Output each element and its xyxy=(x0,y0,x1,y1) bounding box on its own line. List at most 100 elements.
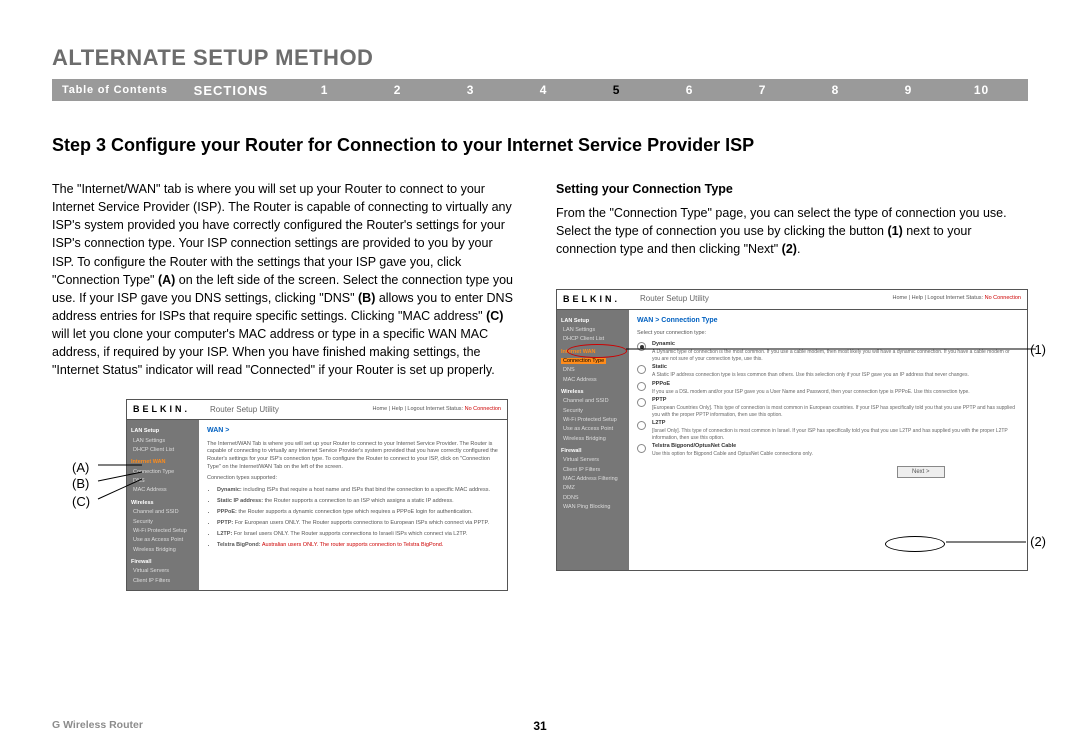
ss1-crumb: WAN > xyxy=(207,426,499,436)
footer-product: G Wireless Router xyxy=(52,719,143,731)
ss2-side-fw1: Virtual Servers xyxy=(561,456,625,465)
ss1-side-wan2: DNS xyxy=(131,477,195,486)
radio-icon xyxy=(637,398,646,407)
ss2-title: Router Setup Utility xyxy=(640,293,709,305)
opt-pptp: PPTP[European Countries Only]. This type… xyxy=(637,397,1019,418)
ss1-side-lan1: LAN Settings xyxy=(131,437,195,446)
section-5[interactable]: 5 xyxy=(580,83,653,97)
ss1-bullets: Dynamic: including ISPs that require a h… xyxy=(217,487,499,550)
callout-B: (B) xyxy=(72,475,89,494)
section-1[interactable]: 1 xyxy=(288,83,361,97)
ss2-side-fw4: DMZ xyxy=(561,484,625,493)
ss2-main: WAN > Connection Type Select your connec… xyxy=(629,310,1027,570)
sections-label: SECTIONS xyxy=(194,83,268,98)
ss2-side-wl3: Wi-Fi Protected Setup xyxy=(561,416,625,425)
ss1-side-wl1: Channel and SSID xyxy=(131,508,195,517)
ss1-side-wan3: MAC Address xyxy=(131,486,195,495)
page-footer: G Wireless Router 31 xyxy=(52,719,1028,731)
opt-dynamic: DynamicA Dynamic type of connection is t… xyxy=(637,341,1019,362)
ss2-side-wl: Wireless xyxy=(561,388,625,397)
page-number: 31 xyxy=(533,719,546,733)
label-2: (2) xyxy=(782,242,797,256)
section-2[interactable]: 2 xyxy=(361,83,434,97)
screenshot-2-wrap: BELKIN. Router Setup Utility Home | Help… xyxy=(556,289,1028,571)
ss1-side-wl4: Use as Access Point xyxy=(131,536,195,545)
label-C: (C) xyxy=(486,309,503,323)
right-column: Setting your Connection Type From the "C… xyxy=(556,180,1028,591)
callout-1: (1) xyxy=(1030,341,1046,360)
section-10[interactable]: 10 xyxy=(945,83,1018,97)
ss2-side-wan: Internet WAN xyxy=(561,348,625,357)
ss1-sidebar: LAN Setup LAN Settings DHCP Client List … xyxy=(127,420,199,590)
ss1-side-lan2: DHCP Client List xyxy=(131,446,195,455)
ss2-side-wan2: DNS xyxy=(561,366,625,375)
ss1-main: WAN > The Internet/WAN Tab is where you … xyxy=(199,420,507,590)
left-paragraph: The "Internet/WAN" tab is where you will… xyxy=(52,180,516,379)
ss2-side-lan2: DHCP Client List xyxy=(561,335,625,344)
ss2-side-fw2: Client IP Filters xyxy=(561,466,625,475)
ss1-intro: The Internet/WAN Tab is where you will s… xyxy=(207,441,499,472)
ss2-select-label: Select your connection type: xyxy=(637,330,1019,338)
next-button[interactable]: Next > xyxy=(897,466,945,479)
right-text-c: . xyxy=(797,242,800,256)
ss1-side-wl5: Wireless Bridging xyxy=(131,546,195,555)
ss2-side-wl5: Wireless Bridging xyxy=(561,435,625,444)
ss2-side-lan1: LAN Settings xyxy=(561,326,625,335)
ss2-logo: BELKIN. xyxy=(563,293,620,306)
radio-icon xyxy=(637,342,646,351)
radio-icon xyxy=(637,365,646,374)
section-9[interactable]: 9 xyxy=(872,83,945,97)
ss1-side-fw2: Client IP Filters xyxy=(131,577,195,586)
ss1-logo: BELKIN. xyxy=(133,403,190,416)
ss1-title: Router Setup Utility xyxy=(210,404,279,416)
left-column: The "Internet/WAN" tab is where you will… xyxy=(52,180,516,591)
ss2-side-fw6: WAN Ping Blocking xyxy=(561,503,625,512)
label-B: (B) xyxy=(358,291,375,305)
ss1-side-lan: LAN Setup xyxy=(131,427,195,436)
opt-pppoe: PPPoEIf you use a DSL modem and/or your … xyxy=(637,381,1019,395)
section-6[interactable]: 6 xyxy=(653,83,726,97)
ss1-top-links: Home | Help | Logout Internet Status: No… xyxy=(372,406,501,414)
screenshot-1-wrap: (A) (B) (C) BELKIN. Router Setup Utility… xyxy=(52,399,516,591)
page-header: ALTERNATE SETUP METHOD xyxy=(52,45,1028,71)
ss2-side-lan: LAN Setup xyxy=(561,317,625,326)
callout-C: (C) xyxy=(72,493,90,512)
ss2-crumb: WAN > Connection Type xyxy=(637,316,1019,326)
section-3[interactable]: 3 xyxy=(434,83,507,97)
ss2-sidebar: LAN Setup LAN Settings DHCP Client List … xyxy=(557,310,629,570)
ss1-side-fw1: Virtual Servers xyxy=(131,567,195,576)
left-text-a: The "Internet/WAN" tab is where you will… xyxy=(52,182,512,287)
ss2-side-fw5: DDNS xyxy=(561,494,625,503)
router-screenshot-2: BELKIN. Router Setup Utility Home | Help… xyxy=(556,289,1028,571)
radio-icon xyxy=(637,444,646,453)
section-4[interactable]: 4 xyxy=(507,83,580,97)
router-screenshot-1: BELKIN. Router Setup Utility Home | Help… xyxy=(126,399,508,591)
ss2-side-wan3: MAC Address xyxy=(561,376,625,385)
label-1: (1) xyxy=(887,224,902,238)
radio-icon xyxy=(637,382,646,391)
right-paragraph: From the "Connection Type" page, you can… xyxy=(556,204,1028,258)
ss1-side-wan1: Connection Type xyxy=(131,468,195,477)
toc-link[interactable]: Table of Contents xyxy=(62,84,168,96)
radio-icon xyxy=(637,421,646,430)
ss2-side-wan1: Connection Type xyxy=(561,358,606,364)
ss2-side-fw3: MAC Address Filtering xyxy=(561,475,625,484)
section-numbers: 1 2 3 4 5 6 7 8 9 10 xyxy=(288,83,1018,97)
opt-l2tp: L2TP[Israel Only]. This type of connecti… xyxy=(637,420,1019,441)
ss1-side-wan: Internet WAN xyxy=(131,458,195,467)
left-text-d: will let you clone your computer's MAC a… xyxy=(52,327,495,377)
ss2-top-links: Home | Help | Logout Internet Status: No… xyxy=(892,295,1021,303)
ss2-side-wl2: Security xyxy=(561,407,625,416)
ss2-side-wl1: Channel and SSID xyxy=(561,397,625,406)
ss2-side-fw: Firewall xyxy=(561,447,625,456)
callout-2: (2) xyxy=(1030,533,1046,552)
ss1-side-fw: Firewall xyxy=(131,558,195,567)
ss1-side-wl3: Wi-Fi Protected Setup xyxy=(131,527,195,536)
right-subhead: Setting your Connection Type xyxy=(556,180,1028,198)
opt-static: StaticA Static IP address connection typ… xyxy=(637,364,1019,378)
ss1-supported: Connection types supported: xyxy=(207,475,499,483)
section-8[interactable]: 8 xyxy=(799,83,872,97)
section-7[interactable]: 7 xyxy=(726,83,799,97)
label-A: (A) xyxy=(158,273,175,287)
step-heading: Step 3 Configure your Router for Connect… xyxy=(52,135,1028,156)
